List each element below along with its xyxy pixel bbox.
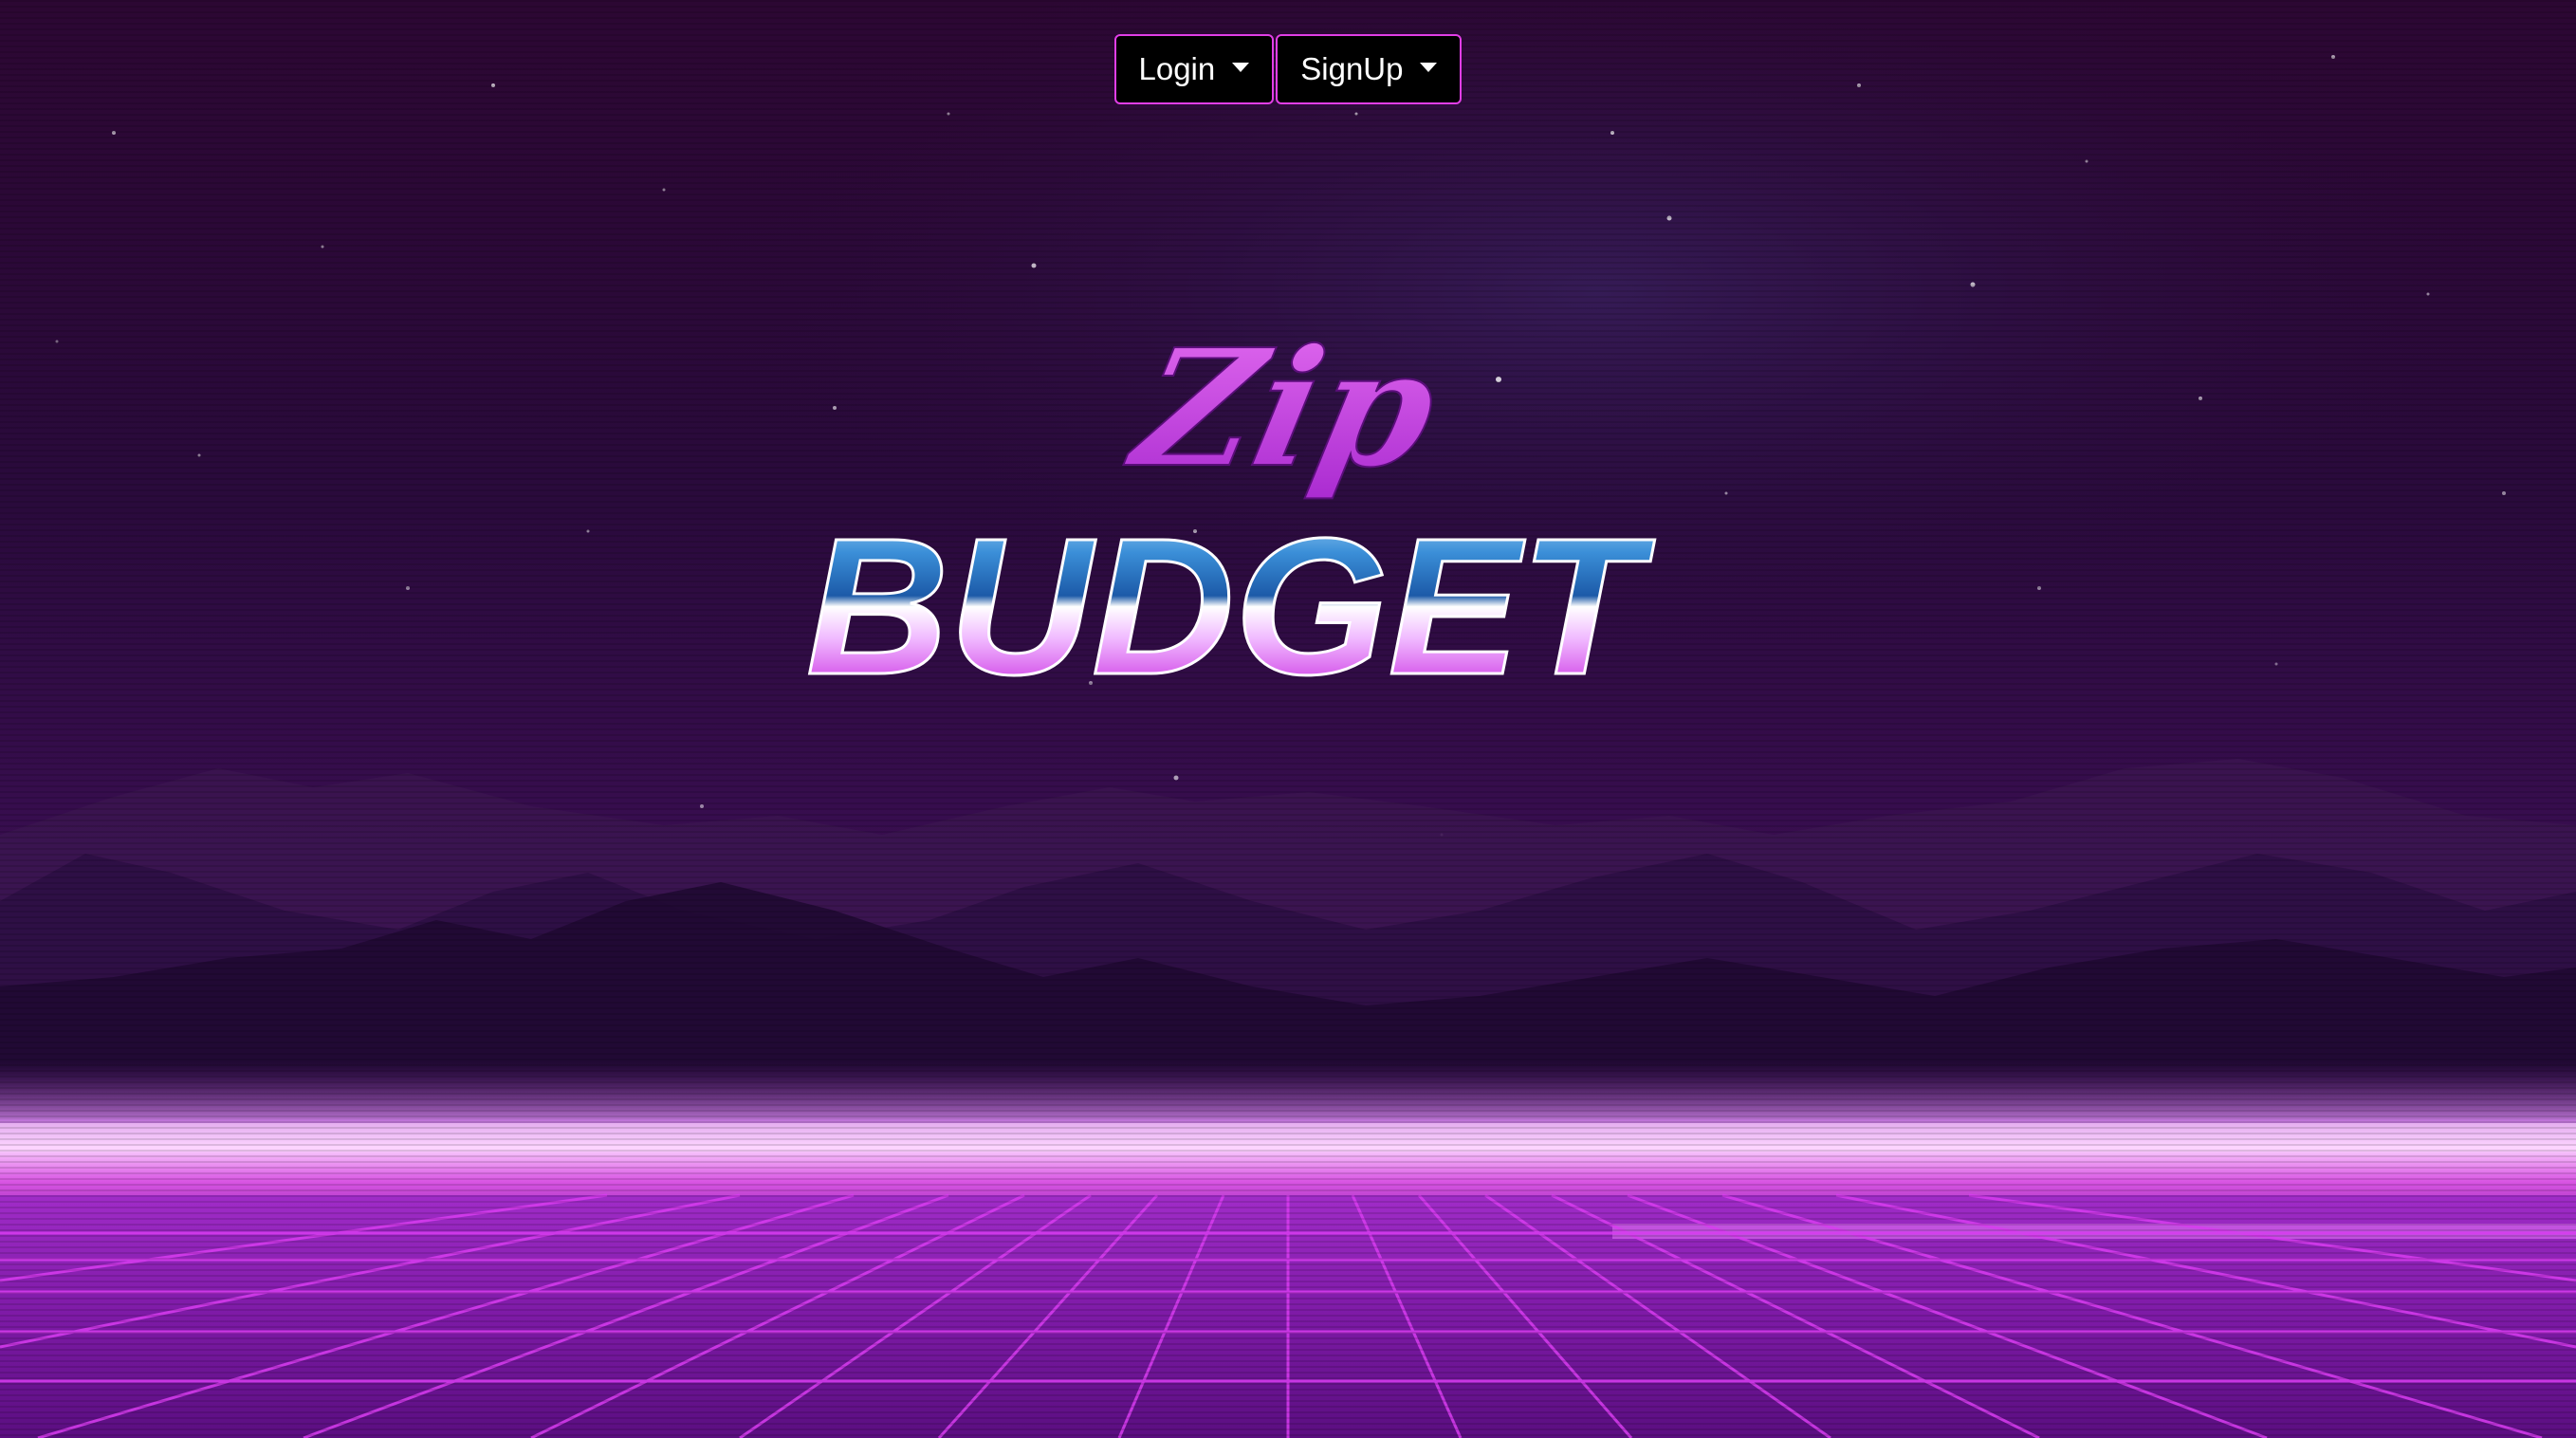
login-dropdown-button[interactable]: Login [1113,34,1275,104]
logo-script-text: Zip [1115,314,1453,504]
retro-synthwave-background [0,0,2576,1438]
signup-dropdown-button[interactable]: SignUp [1276,34,1463,104]
login-label: Login [1138,51,1216,86]
auth-nav: Login SignUp [0,34,2576,104]
chevron-down-icon [1420,63,1438,72]
landing-page: Login SignUp Zip BUDGET [0,0,2576,1438]
zip-budget-logo: Zip BUDGET [805,313,1657,702]
signup-label: SignUp [1300,51,1404,86]
logo-block-text: BUDGET [806,498,1655,702]
chevron-down-icon [1232,63,1250,72]
